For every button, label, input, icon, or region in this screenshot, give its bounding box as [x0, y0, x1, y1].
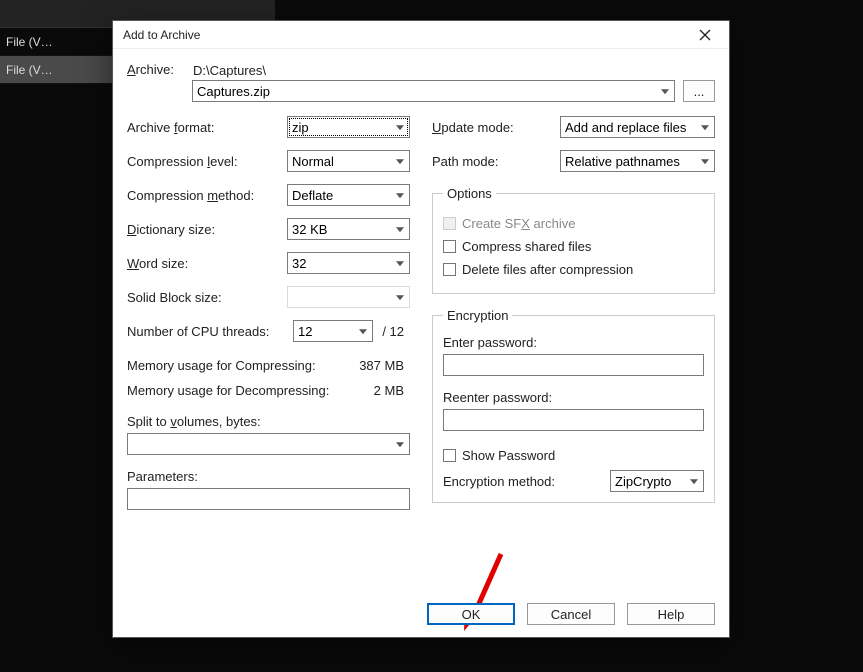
- encryption-group: Encryption Enter password: Reenter passw…: [432, 308, 715, 503]
- mem-compress-value: 387 MB: [359, 358, 404, 373]
- options-group: Options Create SFX archive Compress shar…: [432, 186, 715, 294]
- help-button[interactable]: Help: [627, 603, 715, 625]
- split-volumes-label: Split to volumes, bytes:: [127, 414, 410, 429]
- archive-label: Archive:: [127, 62, 183, 77]
- cpu-threads-select[interactable]: 12: [293, 320, 373, 342]
- compress-shared-checkbox[interactable]: [443, 240, 456, 253]
- options-legend: Options: [443, 186, 496, 201]
- close-icon: [699, 29, 711, 41]
- mem-compress-label: Memory usage for Compressing:: [127, 358, 316, 373]
- ok-button[interactable]: OK: [427, 603, 515, 625]
- left-column: Archive format: zip Compression level: N…: [127, 116, 410, 524]
- show-password-checkbox[interactable]: [443, 449, 456, 462]
- cpu-threads-label: Number of CPU threads:: [127, 324, 287, 339]
- add-to-archive-dialog: Add to Archive Archive: D:\Captures\ ...…: [112, 20, 730, 638]
- update-mode-label: Update mode:: [432, 120, 560, 135]
- compression-method-select[interactable]: Deflate: [287, 184, 410, 206]
- annotation-arrow: [461, 549, 511, 639]
- word-size-label: Word size:: [127, 256, 287, 271]
- compression-method-label: Compression method:: [127, 188, 287, 203]
- archive-path: D:\Captures\: [193, 61, 266, 78]
- create-sfx-label: Create SFX archive: [462, 216, 575, 231]
- enter-password-input[interactable]: [443, 354, 704, 376]
- close-button[interactable]: [687, 23, 723, 47]
- dictionary-size-select[interactable]: 32 KB: [287, 218, 410, 240]
- compress-shared-label: Compress shared files: [462, 239, 591, 254]
- mem-decompress-value: 2 MB: [374, 383, 404, 398]
- mem-decompress-label: Memory usage for Decompressing:: [127, 383, 329, 398]
- delete-after-label: Delete files after compression: [462, 262, 633, 277]
- dictionary-size-label: Dictionary size:: [127, 222, 287, 237]
- parameters-input[interactable]: [127, 488, 410, 510]
- show-password-label: Show Password: [462, 448, 555, 463]
- compression-level-select[interactable]: Normal: [287, 150, 410, 172]
- dialog-title: Add to Archive: [123, 28, 687, 42]
- cpu-threads-total: / 12: [379, 324, 410, 339]
- word-size-select[interactable]: 32: [287, 252, 410, 274]
- path-mode-label: Path mode:: [432, 154, 560, 169]
- titlebar[interactable]: Add to Archive: [113, 21, 729, 49]
- reenter-password-input[interactable]: [443, 409, 704, 431]
- browse-button[interactable]: ...: [683, 80, 715, 102]
- right-column: Update mode: Add and replace files Path …: [432, 116, 715, 524]
- parameters-label: Parameters:: [127, 469, 410, 484]
- cancel-button[interactable]: Cancel: [527, 603, 615, 625]
- split-volumes-input[interactable]: [127, 433, 410, 455]
- archive-filename-input[interactable]: [192, 80, 675, 102]
- update-mode-select[interactable]: Add and replace files: [560, 116, 715, 138]
- archive-format-label: Archive format:: [127, 120, 287, 135]
- compression-level-label: Compression level:: [127, 154, 287, 169]
- path-mode-select[interactable]: Relative pathnames: [560, 150, 715, 172]
- create-sfx-checkbox: [443, 217, 456, 230]
- encryption-method-label: Encryption method:: [443, 474, 602, 489]
- archive-format-select[interactable]: zip: [287, 116, 410, 138]
- dialog-body: Archive: D:\Captures\ ... Archive format…: [113, 49, 729, 637]
- encryption-legend: Encryption: [443, 308, 512, 323]
- reenter-password-label: Reenter password:: [443, 390, 704, 405]
- dialog-buttons: OK Cancel Help: [427, 603, 715, 625]
- encryption-method-select[interactable]: ZipCrypto: [610, 470, 704, 492]
- solid-block-label: Solid Block size:: [127, 290, 287, 305]
- enter-password-label: Enter password:: [443, 335, 704, 350]
- delete-after-checkbox[interactable]: [443, 263, 456, 276]
- solid-block-select: [287, 286, 410, 308]
